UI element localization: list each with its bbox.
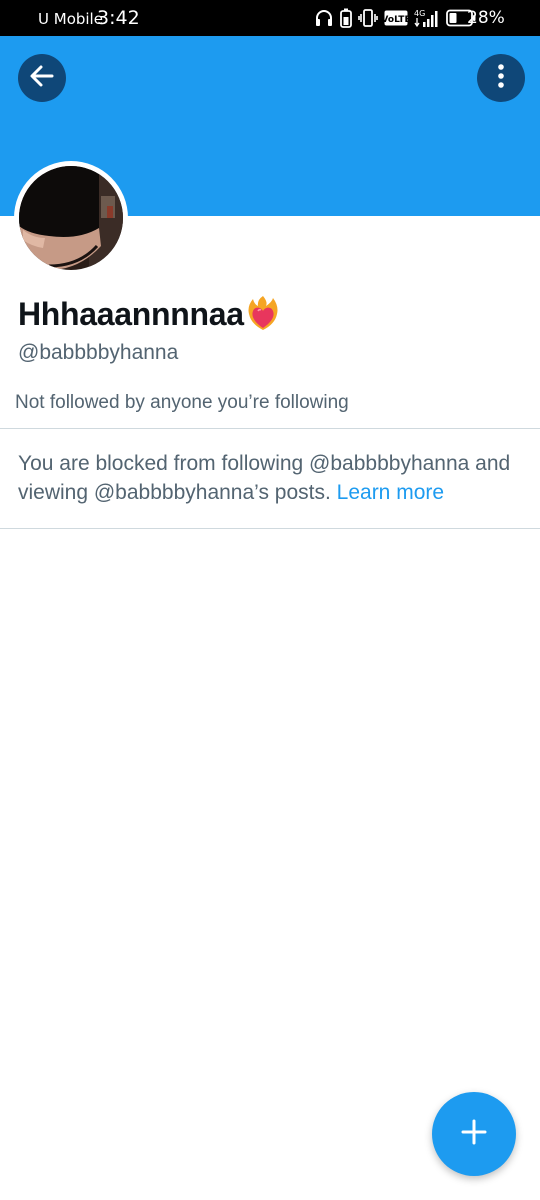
followers-you-know-note: Not followed by anyone you’re following <box>15 392 349 413</box>
signal-icon: 4G <box>414 8 440 28</box>
status-bar: U Mobile 3:42 VoLTE 4G 28% <box>0 0 540 36</box>
display-name: Hhhaaannnnaa <box>18 296 244 332</box>
more-options-button[interactable] <box>477 54 525 102</box>
carrier-name: U Mobile <box>38 10 103 28</box>
network-type-label: 4G <box>414 9 425 18</box>
blocked-notice: You are blocked from following @babbbbyh… <box>18 449 523 507</box>
avatar-photo <box>19 166 123 270</box>
display-name-row: Hhhaaannnnaa <box>18 292 280 337</box>
compose-button[interactable] <box>432 1092 516 1176</box>
more-vertical-icon <box>497 63 505 94</box>
learn-more-link[interactable]: Learn more <box>337 481 444 504</box>
headphones-icon <box>314 8 334 28</box>
heart-on-fire-icon <box>246 294 280 337</box>
divider <box>0 528 540 529</box>
status-icons: VoLTE 4G <box>314 7 476 29</box>
avatar[interactable] <box>14 161 128 275</box>
volte-label: VoLTE <box>384 15 408 25</box>
divider <box>0 428 540 429</box>
back-button[interactable] <box>18 54 66 102</box>
arrow-left-icon <box>28 62 56 95</box>
vibrate-icon <box>358 8 378 28</box>
profile-handle: @babbbbyhanna <box>18 341 179 364</box>
battery-percent: 28% <box>467 8 505 28</box>
status-time: 3:42 <box>97 7 140 29</box>
plus-icon <box>460 1118 488 1151</box>
battery-saver-icon <box>340 8 352 28</box>
volte-icon: VoLTE <box>384 10 408 26</box>
